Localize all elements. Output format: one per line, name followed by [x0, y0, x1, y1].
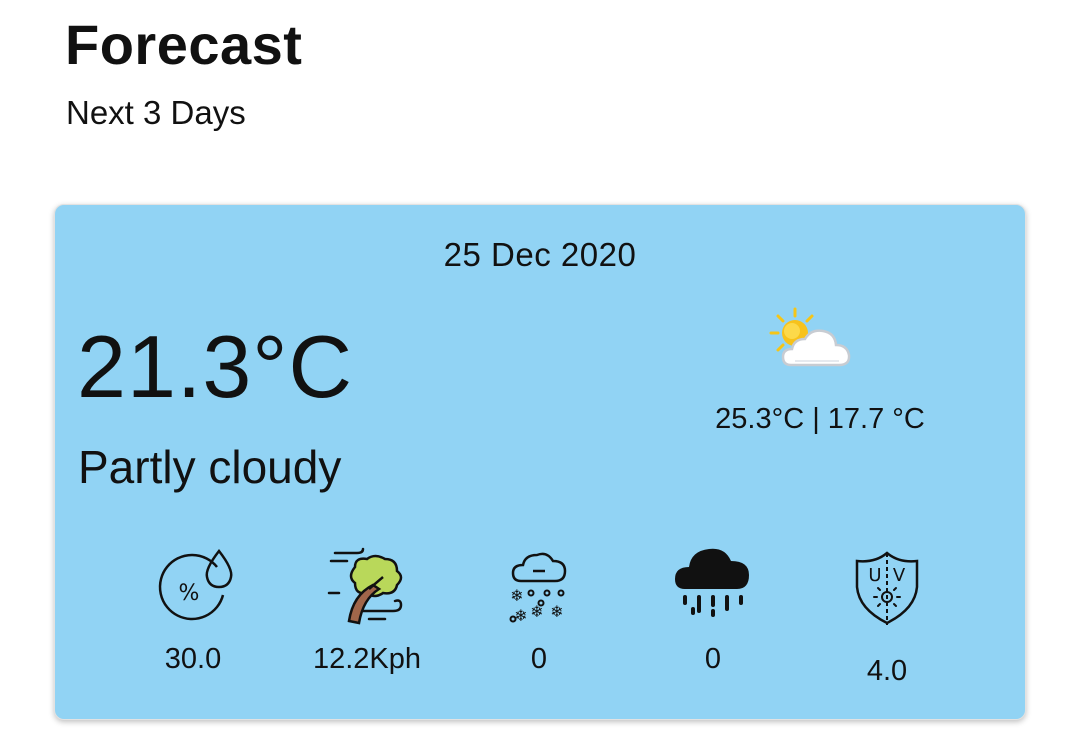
rain-value: 0	[704, 643, 722, 675]
svg-text:U: U	[868, 565, 881, 586]
svg-text:%: %	[179, 581, 200, 606]
current-temperature: 21.3°C	[77, 317, 354, 416]
condition-text: Partly cloudy	[78, 441, 342, 493]
svg-text:❄: ❄	[514, 606, 527, 625]
svg-text:❄: ❄	[510, 586, 523, 605]
stat-uv: U V 4.0	[807, 545, 967, 687]
stat-rain: 0	[633, 539, 793, 675]
stat-humidity: % 30.0	[113, 545, 273, 675]
rain-icon	[675, 548, 749, 617]
wind-value: 12.2Kph	[312, 643, 422, 675]
snow-icon: ❄ ❄ ❄ ❄	[509, 552, 567, 625]
uv-index-icon: U V	[855, 551, 919, 625]
temperature-range: 25.3°C | 17.7 °C	[715, 403, 925, 435]
forecast-page: Forecast Next 3 Days 25 Dec 2020 21.3°C …	[0, 0, 1080, 746]
partly-cloudy-icon	[769, 307, 851, 367]
svg-text:V: V	[893, 565, 906, 586]
humidity-icon: %	[158, 548, 233, 621]
forecast-date: 25 Dec 2020	[443, 236, 637, 273]
humidity-value: 30.0	[164, 643, 222, 675]
page-title: Forecast	[65, 13, 303, 76]
svg-text:❄: ❄	[550, 602, 563, 621]
stat-wind: 12.2Kph	[287, 545, 447, 675]
stat-snow: ❄ ❄ ❄ ❄ 0	[459, 545, 619, 675]
forecast-day-card[interactable]: 25 Dec 2020 21.3°C Partly cloudy 25.3°C …	[54, 204, 1026, 720]
wind-icon	[327, 547, 403, 625]
snow-value: 0	[530, 643, 548, 675]
page-subtitle: Next 3 Days	[66, 94, 246, 131]
uv-value: 4.0	[866, 655, 908, 687]
